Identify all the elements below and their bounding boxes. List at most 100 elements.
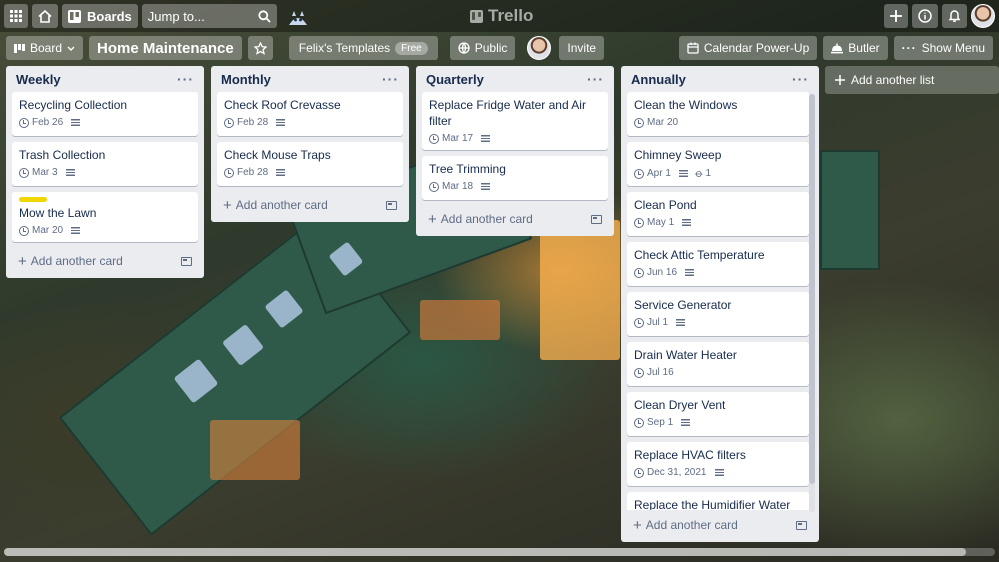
card[interactable]: Replace the Humidifier Water Panel (627, 492, 809, 510)
card-title: Check Mouse Traps (224, 148, 331, 162)
list-menu-icon[interactable]: ··· (587, 71, 604, 87)
list-header[interactable]: Quarterly ··· (416, 66, 614, 92)
card-template-icon[interactable] (591, 214, 602, 224)
due-date-badge[interactable]: Feb 26 (19, 117, 63, 128)
list-0: Weekly ··· Recycling Collection Feb 26 Trash… (6, 66, 204, 278)
add-list-button[interactable]: Add another list (825, 66, 999, 94)
board-horizontal-scrollbar[interactable] (4, 548, 995, 556)
team-label: Felix's Templates (298, 41, 391, 55)
list-menu-icon[interactable]: ··· (792, 71, 809, 87)
card[interactable]: Clean the Windows Mar 20 (627, 92, 809, 136)
list-scrollbar[interactable] (809, 94, 815, 512)
notifications-button[interactable] (942, 4, 967, 28)
due-date-badge[interactable]: Jun 16 (634, 267, 677, 278)
add-card-button[interactable]: + Add another card (12, 248, 198, 274)
card[interactable]: Trash Collection Mar 3 (12, 142, 198, 186)
card-template-icon[interactable] (181, 256, 192, 266)
card[interactable]: Clean Dryer Vent Sep 1 (627, 392, 809, 436)
due-date: Feb 26 (32, 117, 64, 128)
due-date-badge[interactable]: Sep 1 (634, 417, 673, 428)
card-badges: Mar 18 (429, 181, 601, 192)
card[interactable]: Check Mouse Traps Feb 28 (217, 142, 403, 186)
add-card-button[interactable]: + Add another card (422, 206, 608, 232)
star-button[interactable] (247, 36, 273, 60)
due-date-badge[interactable]: Jul 16 (634, 367, 674, 378)
list-header[interactable]: Monthly ··· (211, 66, 409, 92)
card[interactable]: Check Attic Temperature Jun 16 (627, 242, 809, 286)
card-title: Replace HVAC filters (634, 448, 746, 462)
description-icon (714, 469, 724, 476)
due-date-badge[interactable]: Jul 1 (634, 317, 668, 328)
card-title: Clean Pond (634, 198, 697, 212)
user-avatar[interactable] (971, 4, 995, 28)
butler-button[interactable]: Butler (823, 36, 888, 60)
board-view-switcher[interactable]: Board (6, 36, 84, 60)
card[interactable]: Drain Water Heater Jul 16 (627, 342, 809, 386)
card-badges: Mar 20 (634, 117, 802, 128)
list-title[interactable]: Monthly (221, 72, 271, 87)
due-date-badge[interactable]: Mar 20 (19, 225, 63, 236)
board-scrollbar-thumb[interactable] (4, 548, 966, 556)
add-list-label: Add another list (851, 73, 935, 87)
due-date-badge[interactable]: Dec 31, 2021 (634, 467, 707, 478)
due-date: Jun 16 (647, 267, 678, 278)
trello-logo[interactable]: Trello (470, 6, 533, 26)
card[interactable]: Recycling Collection Feb 26 (12, 92, 198, 136)
due-date: Jul 1 (647, 317, 669, 328)
board-title[interactable]: Home Maintenance (89, 36, 242, 60)
due-date-badge[interactable]: Feb 28 (224, 167, 268, 178)
add-card-button[interactable]: + Add another card (217, 192, 403, 218)
calendar-powerup-button[interactable]: Calendar Power-Up (678, 36, 818, 60)
card[interactable]: Tree Trimming Mar 18 (422, 156, 608, 200)
add-card-label: Add another card (645, 518, 738, 532)
description-icon (481, 183, 491, 190)
card[interactable]: Replace HVAC filters Dec 31, 2021 (627, 442, 809, 486)
card-title: Mow the Lawn (19, 206, 97, 220)
boards-button[interactable]: Boards (62, 4, 138, 28)
plus-icon: + (633, 516, 642, 534)
list-header[interactable]: Annually ··· (621, 66, 819, 92)
list-menu-icon[interactable]: ··· (177, 71, 194, 87)
list-menu-icon[interactable]: ··· (382, 71, 399, 87)
free-badge: Free (395, 41, 428, 55)
due-date-badge[interactable]: May 1 (634, 217, 674, 228)
due-date-badge[interactable]: Feb 28 (224, 117, 268, 128)
due-date: Mar 20 (647, 117, 679, 128)
info-icon (918, 9, 932, 23)
list-title[interactable]: Weekly (16, 72, 61, 87)
card[interactable]: Chimney Sweep Apr 1 ⌀ 1 (627, 142, 809, 186)
create-button[interactable] (884, 4, 908, 28)
due-date-badge[interactable]: Mar 18 (429, 181, 473, 192)
card-template-icon[interactable] (386, 200, 397, 210)
card[interactable]: Mow the Lawn Mar 20 (12, 192, 198, 242)
card[interactable]: Check Roof Crevasse Feb 28 (217, 92, 403, 136)
list-title[interactable]: Quarterly (426, 72, 484, 87)
due-date-badge[interactable]: Mar 3 (19, 167, 58, 178)
due-date-badge[interactable]: Mar 17 (429, 133, 473, 144)
show-menu-label: Show Menu (921, 41, 985, 55)
due-date-badge[interactable]: Mar 20 (634, 117, 678, 128)
card-title: Chimney Sweep (634, 148, 722, 162)
card-template-icon[interactable] (796, 520, 807, 530)
list-header[interactable]: Weekly ··· (6, 66, 204, 92)
member-avatar[interactable] (527, 36, 552, 60)
add-card-label: Add another card (30, 254, 123, 268)
card[interactable]: Service Generator Jul 1 (627, 292, 809, 336)
show-menu-button[interactable]: ··· Show Menu (893, 36, 993, 60)
due-date-badge[interactable]: Apr 1 (634, 168, 671, 179)
card[interactable]: Replace Fridge Water and Air filter Mar 1… (422, 92, 608, 150)
home-button[interactable] (32, 4, 58, 28)
visibility-button[interactable]: Public (449, 36, 516, 60)
team-button[interactable]: Felix's Templates Free (288, 36, 438, 60)
apps-button[interactable] (4, 4, 28, 28)
card[interactable]: Clean Pond May 1 (627, 192, 809, 236)
list-scrollbar-thumb[interactable] (809, 94, 815, 484)
list-title[interactable]: Annually (631, 72, 686, 87)
add-card-button[interactable]: + Add another card (627, 512, 813, 538)
search-input[interactable]: Jump to... (141, 4, 277, 28)
invite-button[interactable]: Invite (559, 36, 605, 60)
card-label[interactable] (19, 197, 47, 202)
star-icon (253, 41, 267, 55)
due-date: Sep 1 (647, 417, 674, 428)
info-button[interactable] (912, 4, 938, 28)
